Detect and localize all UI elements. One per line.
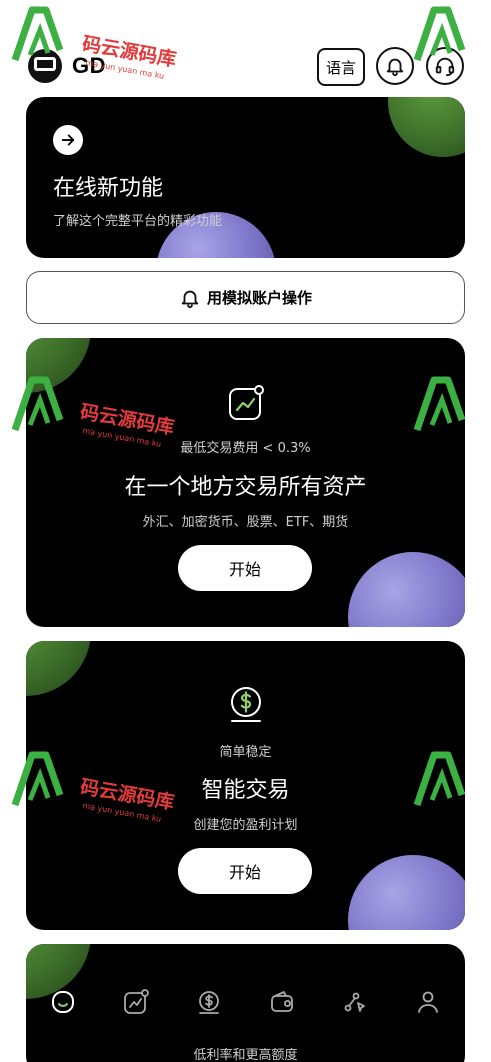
bottom-card-text: 低利率和更高额度 — [193, 1048, 298, 1062]
feature-subtitle: 简单稳定 — [219, 745, 272, 760]
decor-blob — [26, 641, 91, 696]
promo-title: 在线新功能 — [53, 176, 164, 201]
logo-icon — [26, 47, 64, 85]
demo-account-button[interactable]: 用模拟账户操作 — [26, 271, 465, 324]
nav-earn[interactable] — [192, 985, 226, 1019]
arrow-right-icon — [53, 125, 83, 155]
route-icon — [344, 992, 366, 1012]
nav-wallet[interactable] — [265, 985, 299, 1019]
decor-blob — [348, 552, 465, 627]
header: GD 语言 — [0, 0, 491, 92]
decor-blob — [26, 338, 91, 393]
decor-blob — [388, 97, 465, 157]
feature-card-smart-trading: 简单稳定 智能交易 创建您的盈利计划 开始 — [26, 641, 465, 930]
support-headset-icon — [435, 57, 455, 77]
decor-blob — [348, 855, 465, 930]
bottom-nav — [26, 980, 465, 1024]
bell-icon — [386, 58, 404, 77]
user-icon — [418, 991, 439, 1013]
nav-home[interactable] — [46, 985, 80, 1019]
demo-account-label: 用模拟账户操作 — [206, 289, 312, 307]
trend-chart-icon — [227, 384, 265, 426]
start-button[interactable]: 开始 — [178, 545, 312, 591]
nav-route[interactable] — [338, 985, 372, 1019]
promo-subtitle: 了解这个完整平台的精彩功能 — [53, 214, 223, 229]
logo[interactable]: GD — [26, 47, 106, 85]
support-button[interactable] — [426, 47, 464, 85]
chart-icon — [123, 989, 149, 1014]
dollar-coin-icon — [227, 685, 265, 727]
wallet-icon — [271, 991, 293, 1012]
notification-button[interactable] — [376, 47, 414, 85]
home-icon — [51, 991, 74, 1013]
nav-profile[interactable] — [411, 985, 445, 1019]
feature-title: 智能交易 — [201, 778, 290, 803]
feature-description: 外汇、加密货币、股票、ETF、期货 — [142, 515, 349, 530]
dollar-icon — [198, 991, 219, 1014]
logo-text: GD — [72, 53, 106, 78]
feature-description: 创建您的盈利计划 — [193, 818, 298, 833]
feature-title: 在一个地方交易所有资产 — [124, 475, 367, 500]
feature-card-trade-all: 最低交易费用 < 0.3% 在一个地方交易所有资产 外汇、加密货币、股票、ETF… — [26, 338, 465, 627]
nav-chart[interactable] — [119, 985, 153, 1019]
language-button[interactable]: 语言 — [317, 48, 365, 86]
feature-subtitle: 最低交易费用 < 0.3% — [180, 441, 311, 456]
promo-card[interactable]: 在线新功能 了解这个完整平台的精彩功能 — [26, 97, 465, 258]
bell-icon — [181, 290, 199, 308]
start-button[interactable]: 开始 — [178, 848, 312, 894]
